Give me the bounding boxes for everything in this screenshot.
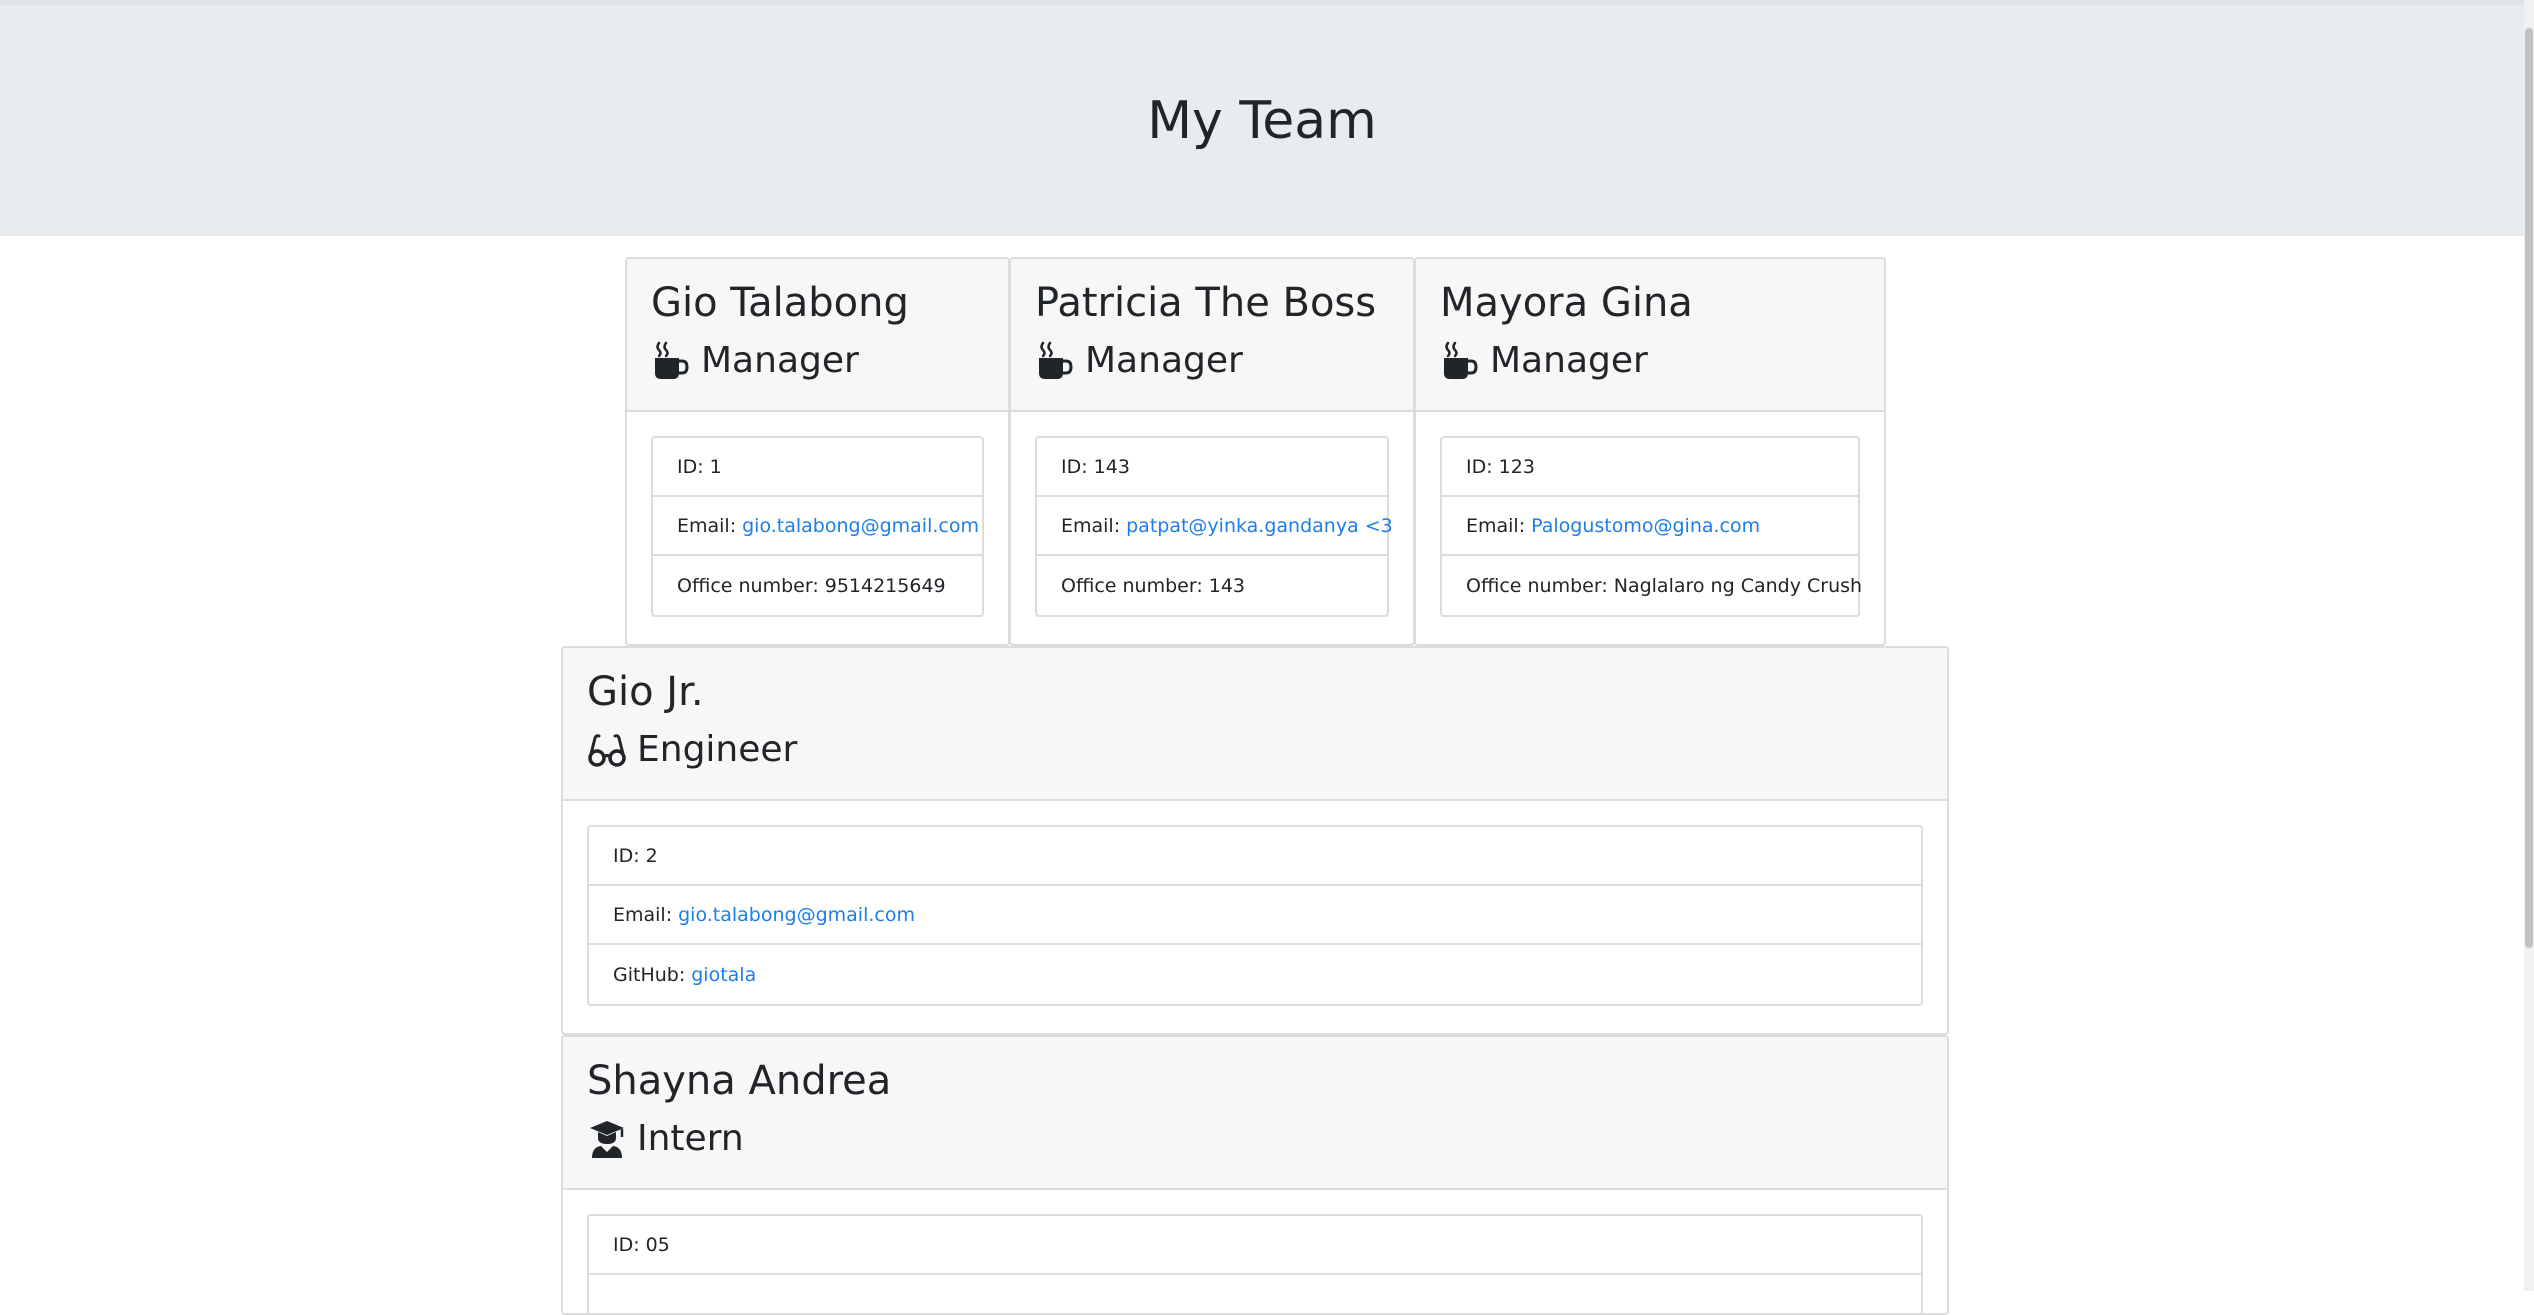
employee-card-manager: Gio Talabong Manager ID: 1 Email: gio.tala… <box>625 257 1010 646</box>
graduate-icon <box>587 1119 627 1159</box>
id-label: ID: <box>1061 455 1088 478</box>
card-body: ID: 2 Email: gio.talabong@gmail.com GitHub… <box>563 801 1947 1030</box>
mug-hot-icon <box>1035 341 1075 381</box>
id-value: 1 <box>709 455 722 478</box>
employee-role: Engineer <box>587 723 1923 777</box>
employee-card-manager: Patricia The Boss Manager ID: 143 Email: p… <box>1009 257 1415 646</box>
role-label: Engineer <box>637 729 798 770</box>
vertical-scrollbar[interactable] <box>2524 0 2534 1291</box>
details-list: ID: 123 Email: Palogustomo@gina.com Office… <box>1440 436 1862 617</box>
id-label: ID: <box>613 1233 640 1256</box>
role-label: Manager <box>1085 340 1243 381</box>
list-item-email: Email: patpat@yinka.gandanya <3 <box>1037 497 1393 556</box>
employee-card-engineer: Gio Jr. Engineer ID: 2 Email: gio.talabong… <box>561 646 1949 1035</box>
scrollbar-thumb[interactable] <box>2525 28 2533 948</box>
email-label: Email: <box>1061 514 1121 537</box>
email-label: Email: <box>613 903 673 926</box>
office-value: 9514215649 <box>824 574 946 597</box>
details-list: ID: 1 Email: gio.talabong@gmail.com Office… <box>651 436 984 617</box>
list-item-id: ID: 05 <box>589 1216 1921 1275</box>
id-label: ID: <box>1466 455 1493 478</box>
list-item-office: Office number: 9514215649 <box>653 556 982 615</box>
office-value: Naglalaro ng Candy Crush <box>1613 574 1863 597</box>
id-label: ID: <box>613 844 640 867</box>
employee-card-intern: Shayna Andrea Intern ID: 05 <box>561 1035 1949 1315</box>
card-body: ID: 143 Email: patpat@yinka.gandanya <3 Of… <box>1011 412 1413 641</box>
page-title: My Team <box>1147 90 1377 151</box>
list-item-office: Office number: Naglalaro ng Candy Crush <box>1442 556 1862 615</box>
list-item-github: GitHub: giotala <box>589 945 1921 1004</box>
id-value: 123 <box>1498 455 1535 478</box>
email-link[interactable]: gio.talabong@gmail.com <box>678 904 915 926</box>
details-list: ID: 05 <box>587 1214 1923 1313</box>
card-header: Mayora Gina Manager <box>1416 259 1884 412</box>
github-link[interactable]: giotala <box>691 964 756 986</box>
role-label: Manager <box>1490 340 1648 381</box>
list-item-id: ID: 123 <box>1442 438 1858 497</box>
email-link[interactable]: Palogustomo@gina.com <box>1531 515 1760 537</box>
card-header: Shayna Andrea Intern <box>563 1037 1947 1190</box>
employee-role: Manager <box>651 334 984 388</box>
email-link[interactable]: patpat@yinka.gandanya <3 <box>1126 515 1393 537</box>
employee-name: Patricia The Boss <box>1035 280 1377 326</box>
glasses-icon <box>587 730 627 770</box>
list-item-id: ID: 1 <box>653 438 982 497</box>
details-list: ID: 143 Email: patpat@yinka.gandanya <3 Of… <box>1035 436 1393 617</box>
role-label: Intern <box>637 1118 744 1159</box>
list-item-email: Email: Palogustomo@gina.com <box>1442 497 1858 556</box>
role-label: Manager <box>701 340 859 381</box>
office-label: Office number: <box>677 574 819 597</box>
employee-role: Manager <box>1035 334 1389 388</box>
card-body: ID: 1 Email: gio.talabong@gmail.com Office… <box>627 412 1008 641</box>
id-value: 2 <box>645 844 658 867</box>
employee-name: Mayora Gina <box>1440 280 1693 326</box>
mug-hot-icon <box>1440 341 1480 381</box>
employee-name: Gio Talabong <box>651 280 909 326</box>
card-body: ID: 05 <box>563 1190 1947 1313</box>
card-header: Gio Talabong Manager <box>627 259 1008 412</box>
employee-role: Manager <box>1440 334 1860 388</box>
list-item-office: Office number: 143 <box>1037 556 1387 615</box>
list-item-id: ID: 2 <box>589 827 1921 886</box>
id-label: ID: <box>677 455 704 478</box>
office-label: Office number: <box>1061 574 1203 597</box>
employee-role: Intern <box>587 1112 1923 1166</box>
details-list: ID: 2 Email: gio.talabong@gmail.com GitHub… <box>587 825 1923 1006</box>
github-label: GitHub: <box>613 963 686 986</box>
card-header: Patricia The Boss Manager <box>1011 259 1413 412</box>
id-value: 05 <box>645 1233 670 1256</box>
card-body: ID: 123 Email: Palogustomo@gina.com Office… <box>1416 412 1884 641</box>
email-link[interactable]: gio.talabong@gmail.com <box>742 515 979 537</box>
list-item-email: Email: gio.talabong@gmail.com <box>653 497 982 556</box>
mug-hot-icon <box>651 341 691 381</box>
employee-name: Shayna Andrea <box>587 1058 892 1104</box>
email-label: Email: <box>677 514 737 537</box>
employee-card-manager: Mayora Gina Manager ID: 123 Email: Palogus… <box>1414 257 1886 646</box>
list-item-id: ID: 143 <box>1037 438 1387 497</box>
list-item-email: Email: gio.talabong@gmail.com <box>589 886 1921 945</box>
office-label: Office number: <box>1466 574 1608 597</box>
card-header: Gio Jr. Engineer <box>563 648 1947 801</box>
id-value: 143 <box>1093 455 1130 478</box>
office-value: 143 <box>1208 574 1245 597</box>
page-header: My Team <box>0 5 2524 236</box>
email-label: Email: <box>1466 514 1526 537</box>
list-item <box>589 1275 1921 1313</box>
employee-name: Gio Jr. <box>587 669 704 715</box>
